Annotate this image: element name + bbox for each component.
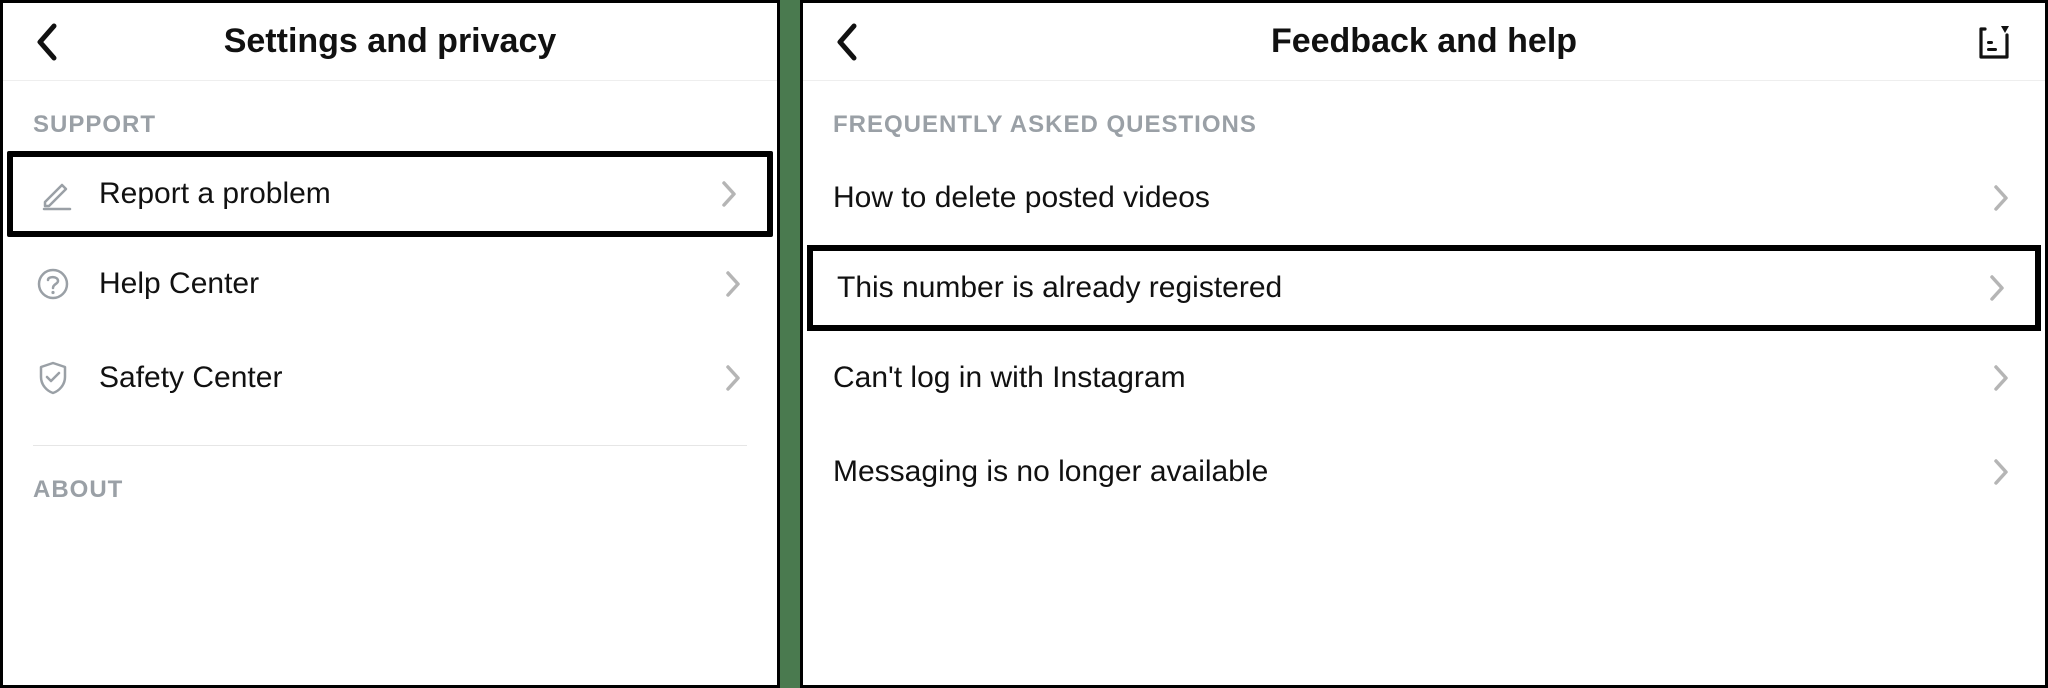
chevron-right-icon [715, 180, 743, 208]
chevron-left-icon [834, 22, 860, 62]
back-button[interactable] [27, 22, 67, 62]
question-circle-icon [33, 264, 73, 304]
chevron-left-icon [34, 22, 60, 62]
faq-item-label: This number is already registered [837, 271, 1983, 305]
compose-button[interactable] [1973, 21, 2015, 63]
faq-messaging-unavailable-row[interactable]: Messaging is no longer available [803, 425, 2045, 519]
safety-center-row[interactable]: Safety Center [3, 331, 777, 425]
faq-section-label: FREQUENTLY ASKED QUESTIONS [803, 81, 2045, 151]
shield-check-icon [33, 358, 73, 398]
chevron-right-icon [1987, 458, 2015, 486]
safety-center-label: Safety Center [99, 361, 719, 395]
faq-delete-videos-row[interactable]: How to delete posted videos [803, 151, 2045, 245]
about-section-label: ABOUT [3, 446, 777, 516]
faq-item-label: Can't log in with Instagram [833, 361, 1987, 395]
panel-divider [780, 0, 800, 688]
settings-header: Settings and privacy [3, 3, 777, 81]
feedback-title: Feedback and help [1271, 22, 1577, 61]
support-section-label: SUPPORT [3, 81, 777, 151]
compose-icon [1975, 23, 2013, 61]
settings-panel: Settings and privacy SUPPORT Report a pr… [0, 0, 780, 688]
chevron-right-icon [1987, 184, 2015, 212]
feedback-panel: Feedback and help FREQUENTLY ASKED QUEST… [800, 0, 2048, 688]
report-a-problem-row[interactable]: Report a problem [7, 151, 773, 237]
chevron-right-icon [719, 364, 747, 392]
help-center-label: Help Center [99, 267, 719, 301]
settings-title: Settings and privacy [224, 22, 557, 61]
report-a-problem-label: Report a problem [99, 177, 715, 211]
feedback-header: Feedback and help [803, 3, 2045, 81]
help-center-row[interactable]: Help Center [3, 237, 777, 331]
chevron-right-icon [719, 270, 747, 298]
faq-item-label: Messaging is no longer available [833, 455, 1987, 489]
chevron-right-icon [1987, 364, 2015, 392]
back-button[interactable] [827, 22, 867, 62]
pencil-icon [37, 174, 77, 214]
faq-number-registered-row[interactable]: This number is already registered [807, 245, 2041, 331]
faq-instagram-login-row[interactable]: Can't log in with Instagram [803, 331, 2045, 425]
faq-item-label: How to delete posted videos [833, 181, 1987, 215]
chevron-right-icon [1983, 274, 2011, 302]
